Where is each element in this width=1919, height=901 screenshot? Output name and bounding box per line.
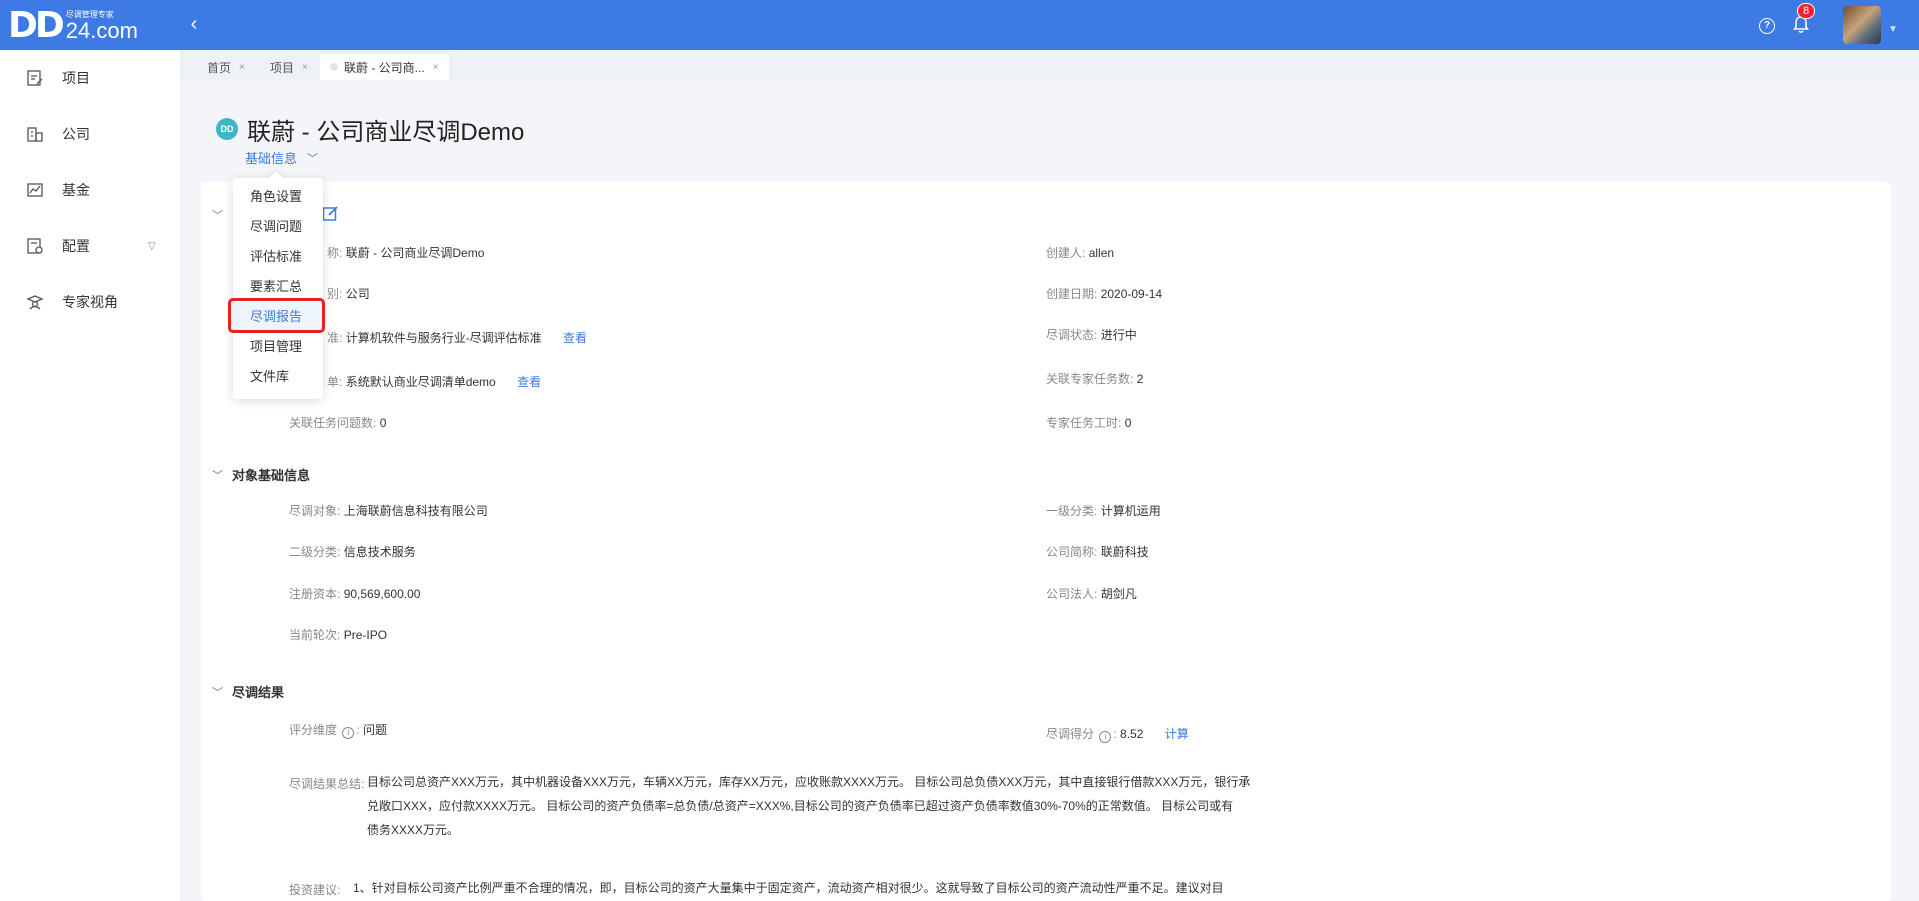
sidebar-item-company[interactable]: 公司: [0, 114, 180, 154]
field-cat2: 二级分类: 信息技术服务: [289, 545, 416, 559]
section-title: 对象基础信息: [232, 468, 311, 483]
config-icon: [27, 238, 43, 254]
avatar[interactable]: [1843, 6, 1881, 44]
top-bar: DD 尽调管理专家 24.com ‹ ? 8 ▼: [0, 0, 1919, 50]
field-dimension: 评分维度 i: 问题: [289, 723, 388, 739]
field-target: 尽调对象: 上海联蔚信息科技有限公司: [289, 504, 488, 518]
chevron-down-icon[interactable]: ▼: [1888, 24, 1898, 35]
field-legal-person: 公司法人: 胡剑凡: [1046, 587, 1137, 601]
notification-badge: 8: [1797, 3, 1815, 19]
project-icon: [27, 70, 43, 86]
section-toggle-result[interactable]: ﹀ 尽调结果: [212, 682, 284, 701]
sidebar-item-fund[interactable]: 基金: [0, 170, 180, 210]
project-logo-icon: DD: [216, 118, 238, 140]
sidebar-item-label: 公司: [62, 126, 90, 142]
sub-nav-dropdown-trigger[interactable]: 基础信息 ﹀: [245, 148, 318, 167]
chevron-down-icon: ﹀: [212, 210, 223, 222]
field-creator: 创建人: allen: [1046, 246, 1115, 260]
highlight-box: [228, 298, 325, 333]
field-created-date: 创建日期: 2020-09-14: [1046, 287, 1163, 301]
view-standard-link[interactable]: 查看: [563, 331, 587, 345]
page-title: 联蔚 - 公司商业尽调Demo: [247, 119, 525, 146]
chevron-down-icon: ﹀: [212, 686, 223, 699]
chevron-down-icon: ﹀: [307, 152, 319, 165]
sub-nav-label: 基础信息: [245, 151, 298, 166]
advice-text: 1、针对目标公司资产比例严重不合理的情况，即，目标公司的资产大量集中于固定资产，…: [353, 881, 1224, 895]
tab-bar: 首页 × 项目 × 联蔚 - 公司商... ×: [180, 50, 1919, 80]
chevron-down-icon: ﹀: [212, 469, 223, 482]
info-icon[interactable]: i: [1099, 731, 1112, 743]
chevron-down-icon[interactable]: ▽: [148, 241, 156, 252]
summary-label: 尽调结果总结:: [289, 777, 365, 791]
section-title: 尽调结果: [232, 685, 285, 700]
field-cat1: 一级分类: 计算机运用: [1046, 504, 1161, 518]
sidebar: 项目 公司 基金 配置 ▽ 专家视角: [0, 50, 180, 901]
tab-label: 首页: [207, 60, 232, 75]
advice-label: 投资建议:: [289, 883, 341, 897]
field-short-name: 公司简称: 联蔚科技: [1046, 545, 1149, 559]
close-icon[interactable]: ×: [239, 62, 245, 73]
info-icon[interactable]: i: [342, 727, 355, 739]
edit-icon[interactable]: [322, 205, 339, 222]
menu-item-questions[interactable]: 尽调问题: [233, 212, 323, 242]
summary-text: 目标公司总资产XXX万元，其中机器设备XXX万元，车辆XX万元，库存XX万元，应…: [367, 775, 1251, 837]
field-standard: 准: 计算机软件与服务行业-尽调评估标准 查看: [327, 331, 588, 345]
tab-home[interactable]: 首页 ×: [197, 54, 255, 80]
tab-current-project[interactable]: 联蔚 - 公司商... ×: [320, 54, 449, 80]
sidebar-item-label: 基金: [62, 182, 90, 198]
tab-label: 联蔚 - 公司商...: [344, 60, 425, 75]
expert-icon: [26, 295, 44, 310]
help-icon[interactable]: ?: [1759, 18, 1775, 34]
section-toggle-basic[interactable]: ﹀: [212, 207, 232, 223]
sub-nav-dropdown-menu: 角色设置 尽调问题 评估标准 要素汇总 尽调报告 项目管理 文件库: [233, 178, 323, 399]
field-capital: 注册资本: 90,569,600.00: [289, 587, 421, 601]
field-round: 当前轮次: Pre-IPO: [289, 628, 388, 642]
menu-item-criteria[interactable]: 评估标准: [233, 242, 323, 272]
field-score: 尽调得分 i: 8.52 计算: [1046, 727, 1189, 743]
field-status: 尽调状态: 进行中: [1046, 328, 1137, 342]
sidebar-item-config[interactable]: 配置 ▽: [0, 226, 180, 266]
tab-label: 项目: [270, 60, 295, 75]
logo-main: DD: [8, 5, 65, 46]
collapse-sidebar-icon[interactable]: ‹: [186, 13, 202, 36]
tab-dot-icon: [330, 63, 338, 71]
section-toggle-object[interactable]: ﹀ 对象基础信息: [212, 465, 310, 484]
logo-domain: 24.com: [65, 18, 138, 43]
field-expert-hours: 专家任务工时: 0: [1046, 416, 1132, 430]
fund-icon: [27, 183, 43, 197]
tab-project[interactable]: 项目 ×: [260, 54, 318, 80]
sidebar-item-label: 项目: [62, 70, 90, 86]
view-checklist-link[interactable]: 查看: [517, 375, 541, 389]
field-category: 别: 公司: [327, 287, 370, 301]
sidebar-item-expert[interactable]: 专家视角: [0, 282, 180, 322]
close-icon[interactable]: ×: [302, 62, 308, 73]
logo[interactable]: DD 尽调管理专家 24.com: [8, 6, 138, 46]
sidebar-item-project[interactable]: 项目: [0, 58, 180, 98]
sidebar-item-label: 专家视角: [62, 294, 118, 310]
menu-item-role-settings[interactable]: 角色设置: [233, 182, 323, 212]
field-project-name: 称: 联蔚 - 公司商业尽调Demo: [327, 246, 485, 260]
calculate-link[interactable]: 计算: [1165, 727, 1189, 741]
close-icon[interactable]: ×: [433, 62, 439, 73]
field-task-questions: 关联任务问题数: 0: [289, 416, 387, 430]
menu-item-file-library[interactable]: 文件库: [233, 362, 323, 392]
field-expert-tasks: 关联专家任务数: 2: [1046, 372, 1144, 386]
sidebar-item-label: 配置: [62, 238, 90, 254]
field-checklist: 单: 系统默认商业尽调清单demo 查看: [327, 375, 542, 389]
company-icon: [27, 127, 43, 142]
menu-item-project-management[interactable]: 项目管理: [233, 332, 323, 362]
